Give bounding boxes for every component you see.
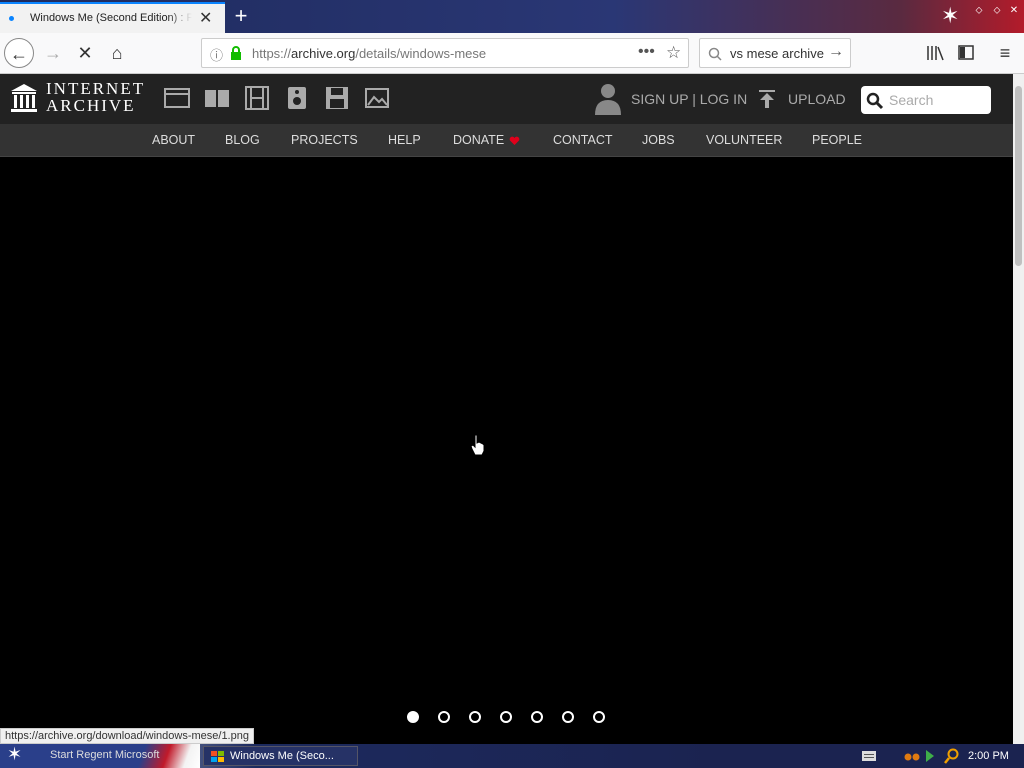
nav-blog[interactable]: BLOG [225, 133, 260, 147]
software-floppy-icon[interactable] [323, 85, 351, 111]
tab-title: Windows Me (Second Edition) : Free [30, 12, 192, 24]
windows-flag-icon [211, 751, 224, 762]
library-icon[interactable] [926, 45, 944, 61]
upload-link[interactable]: UPLOAD [788, 91, 846, 107]
info-icon[interactable]: ⓘ [210, 45, 223, 64]
new-tab-button[interactable]: + [229, 3, 253, 29]
web-icon[interactable] [163, 85, 191, 111]
carousel-dot[interactable] [500, 711, 512, 723]
url-text: https://archive.org/details/windows-mese [252, 46, 487, 61]
ia-logo-icon[interactable] [10, 83, 38, 113]
browser-tab[interactable]: Windows Me (Second Edition) : Free ✕ [0, 2, 225, 33]
nav-projects[interactable]: PROJECTS [291, 133, 358, 147]
volume-icon[interactable] [924, 748, 938, 764]
hamburger-menu-icon[interactable]: ≡ [990, 38, 1020, 68]
carousel-dot[interactable] [438, 711, 450, 723]
video-film-icon[interactable] [243, 85, 271, 111]
maximize-button[interactable]: ⬦ [990, 5, 1004, 19]
ia-search-input[interactable]: Search [861, 86, 991, 114]
keyboard-icon[interactable] [862, 751, 876, 761]
forward-button[interactable]: → [38, 38, 68, 68]
page-actions-icon[interactable]: ••• [638, 43, 655, 61]
navigation-toolbar: ← → ✕ ⌂ ⓘ https://archive.org/details/wi… [0, 33, 1024, 74]
texts-book-icon[interactable] [203, 85, 231, 111]
audio-speaker-icon[interactable] [283, 85, 311, 111]
image-viewer[interactable] [0, 158, 1013, 728]
nav-contact[interactable]: CONTACT [553, 133, 613, 147]
carousel-dot[interactable] [531, 711, 543, 723]
nav-volunteer[interactable]: VOLUNTEER [706, 133, 782, 147]
heart-icon [509, 136, 520, 145]
scrollbar-thumb[interactable] [1015, 86, 1022, 266]
upload-icon[interactable] [758, 89, 776, 109]
carousel-dot[interactable] [469, 711, 481, 723]
browser-search-input[interactable]: vs mese archive → [699, 38, 851, 68]
search-icon [866, 92, 884, 110]
signup-login-link[interactable]: SIGN UP | LOG IN [631, 91, 747, 107]
stop-loading-button[interactable]: ✕ [70, 38, 100, 68]
network-icon[interactable] [904, 749, 920, 763]
carousel-dot[interactable] [562, 711, 574, 723]
search-icon [708, 47, 722, 61]
carousel-dot[interactable] [593, 711, 605, 723]
url-bar[interactable]: ⓘ https://archive.org/details/windows-me… [201, 38, 689, 68]
start-label[interactable]: Start Regent Microsoft [50, 749, 159, 761]
start-star-icon: ✶ [7, 744, 23, 764]
images-icon[interactable] [363, 85, 391, 111]
tab-close-icon[interactable]: ✕ [199, 8, 212, 28]
taskbar-window-label: Windows Me (Seco... [230, 750, 334, 762]
clock[interactable]: 2:00 PM [968, 750, 1009, 762]
ia-header: INTERNET ARCHIVE SIGN UP | LOG IN UPLOAD … [0, 74, 1013, 124]
tab-loading-icon [9, 16, 14, 21]
search-text: vs mese archive [730, 46, 824, 61]
magnifier-tray-icon[interactable] [944, 748, 960, 764]
close-window-button[interactable]: ✕ [1007, 5, 1021, 19]
nav-about[interactable]: ABOUT [152, 133, 195, 147]
hand-cursor-icon [470, 434, 485, 456]
system-tray: 2:00 PM [858, 746, 1024, 766]
status-url: https://archive.org/download/windows-mes… [0, 728, 254, 744]
back-button[interactable]: ← [4, 38, 34, 68]
taskbar-window-button[interactable]: Windows Me (Seco... [203, 746, 358, 766]
ia-nav-bar: ABOUT BLOG PROJECTS HELP DONATE CONTACT … [0, 124, 1013, 157]
sidebar-icon[interactable] [958, 45, 974, 60]
user-avatar-icon[interactable] [594, 82, 622, 116]
nav-donate[interactable]: DONATE [453, 133, 504, 147]
nav-people[interactable]: PEOPLE [812, 133, 862, 147]
home-button[interactable]: ⌂ [102, 38, 132, 68]
nav-jobs[interactable]: JOBS [642, 133, 675, 147]
ia-logo-text[interactable]: INTERNET ARCHIVE [46, 80, 145, 114]
windows-star-icon: ✶ [941, 3, 960, 28]
lock-icon [231, 46, 241, 60]
search-placeholder: Search [889, 92, 934, 108]
nav-help[interactable]: HELP [388, 133, 421, 147]
minimize-button[interactable]: ⬦ [972, 5, 986, 19]
bookmark-star-icon[interactable]: ☆ [666, 43, 681, 63]
go-arrow-icon[interactable]: → [828, 43, 844, 61]
carousel-dot-active[interactable] [407, 711, 419, 723]
